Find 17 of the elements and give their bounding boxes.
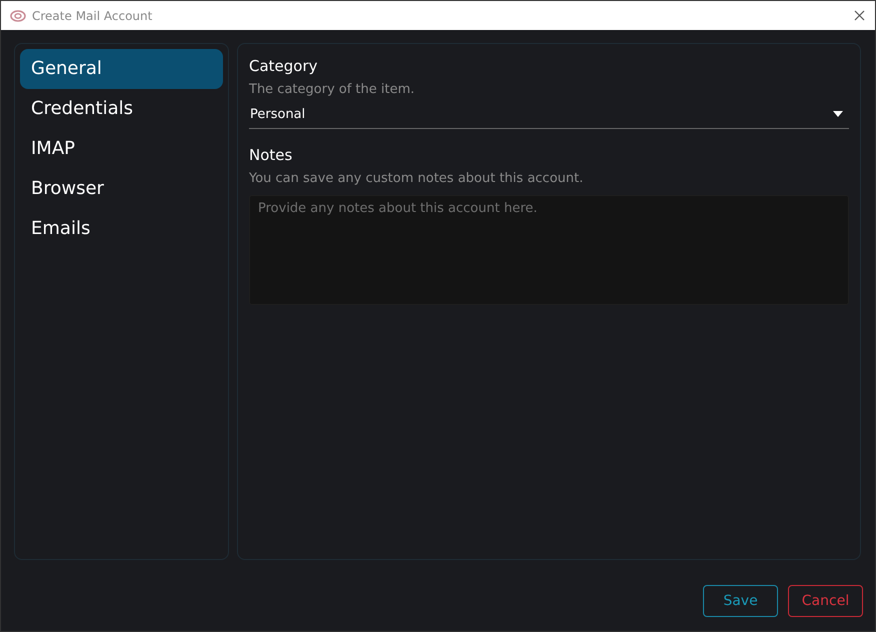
cancel-button[interactable]: Cancel [788,585,863,617]
save-button[interactable]: Save [703,585,778,617]
category-dropdown[interactable]: Personal [249,100,849,129]
sidebar-item[interactable]: IMAP [20,129,223,169]
field-description: The category of the item. [249,81,415,99]
app-logo-icon [10,10,26,22]
notes-field[interactable]: Provide any notes about this account here. [249,195,849,305]
sidebar-item[interactable]: Browser [20,169,223,209]
field-label: Notes [249,145,292,165]
sidebar-item[interactable]: Emails [20,209,223,249]
window-title: Create Mail Account [32,8,154,22]
field-description: You can save any custom notes about this account. [249,170,584,188]
sidebar-item[interactable]: General [20,49,223,89]
sidebar-item[interactable]: Credentials [20,89,223,129]
close-icon[interactable] [854,10,865,21]
field-label: Category [249,56,318,76]
caret-icon [833,111,843,117]
